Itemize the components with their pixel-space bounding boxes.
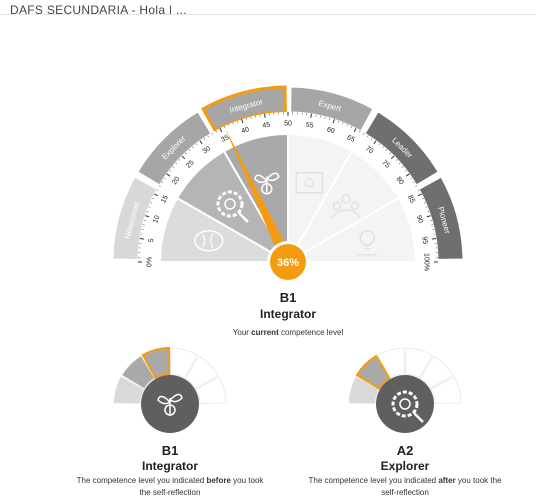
after-caption: The competence level you indicated after…: [308, 476, 502, 485]
main-level-code: B1: [279, 290, 297, 305]
competence-gauge: NewcomerExplorerIntegrator ExpertLeaderPi…: [112, 85, 464, 433]
tick-label: 55: [305, 122, 314, 130]
after-caption-line2: self-reflection: [381, 488, 429, 497]
before-caption: The competence level you indicated befor…: [76, 476, 264, 485]
tick-mark: [264, 113, 266, 118]
tick-mark: [432, 238, 437, 240]
tick-label: 50: [284, 121, 292, 128]
tick-label: 100%: [423, 253, 430, 271]
tick-label: 95: [420, 236, 428, 245]
after-level-name: Explorer: [380, 459, 430, 473]
tick-label: 45: [262, 122, 271, 130]
before-level-code: B1: [161, 443, 179, 458]
before-caption-line2: the self-reflection: [139, 488, 201, 497]
main-caption: Your current competence level: [232, 328, 344, 337]
before-level-name: Integrator: [141, 459, 199, 473]
percent-label: 36%: [277, 257, 299, 269]
tick-mark: [139, 238, 144, 240]
tick-label: 0%: [147, 257, 154, 267]
after-gauge-hub: [376, 375, 434, 433]
after-level-code: A2: [396, 443, 414, 458]
tick-mark: [310, 113, 312, 118]
main-level-name: Integrator: [259, 307, 317, 321]
